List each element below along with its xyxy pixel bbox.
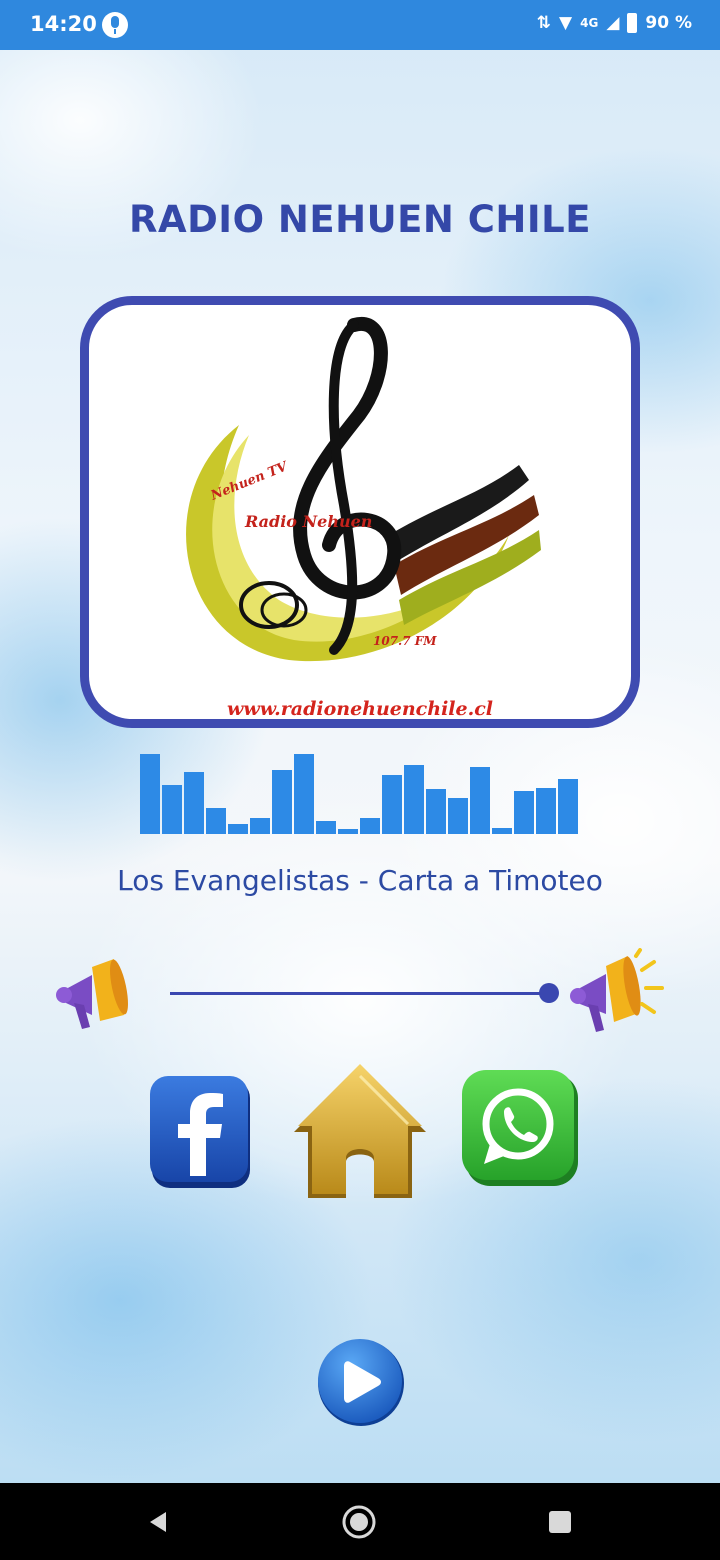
equalizer-bar <box>294 754 314 834</box>
station-logo-card: Nehuen TV Radio Nehuen 107.7 FM www.radi… <box>80 296 640 728</box>
equalizer-bar <box>228 824 248 834</box>
volume-up-icon[interactable] <box>570 948 670 1040</box>
volume-slider-thumb[interactable] <box>539 983 559 1003</box>
volume-slider-track[interactable] <box>170 992 550 995</box>
logo-frequency: 107.7 FM <box>373 634 437 648</box>
facebook-button[interactable] <box>148 1076 254 1192</box>
equalizer-bar <box>250 818 270 834</box>
equalizer-bar <box>316 821 336 834</box>
signal-icon: ◢ <box>606 13 620 33</box>
status-bar: 14:20 ⇅ ▼ 4G ◢ 90 % <box>0 0 720 50</box>
equalizer-bar <box>558 779 578 834</box>
track-title: Los Evangelistas - Carta a Timoteo <box>117 864 603 897</box>
equalizer-bar <box>492 828 512 834</box>
recent-apps-icon[interactable] <box>549 1511 571 1533</box>
nav-home-icon[interactable] <box>341 1504 377 1540</box>
status-time: 14:20 <box>30 12 97 36</box>
logo-url: www.radionehuenchile.cl <box>226 698 493 720</box>
equalizer-bar <box>184 772 204 834</box>
home-icon <box>298 1064 422 1194</box>
audio-equalizer <box>140 752 580 834</box>
equalizer-bar <box>514 791 534 834</box>
equalizer-bar <box>140 754 160 834</box>
equalizer-bar <box>272 770 292 834</box>
equalizer-bar <box>338 829 358 834</box>
equalizer-bar <box>162 785 182 834</box>
play-button[interactable] <box>316 1338 406 1428</box>
whatsapp-button[interactable] <box>460 1068 580 1188</box>
equalizer-bar <box>206 808 226 834</box>
app-title: RADIO NEHUEN CHILE <box>128 198 592 241</box>
equalizer-bar <box>360 818 380 834</box>
equalizer-bar <box>448 798 468 834</box>
back-icon[interactable] <box>146 1510 170 1534</box>
station-logo: Nehuen TV Radio Nehuen 107.7 FM <box>186 316 541 662</box>
battery-icon <box>627 13 638 33</box>
equalizer-bar <box>382 775 402 834</box>
equalizer-bar <box>404 765 424 834</box>
wifi-icon: ▼ <box>559 13 573 33</box>
volume-down-icon[interactable] <box>52 955 132 1037</box>
microphone-icon <box>102 12 128 38</box>
network-type: 4G <box>580 16 599 30</box>
home-button[interactable] <box>290 1062 430 1202</box>
equalizer-bar <box>470 767 490 834</box>
battery-level: 90 % <box>645 13 692 33</box>
status-indicators: ⇅ ▼ 4G ◢ 90 % <box>537 13 692 33</box>
data-arrows-icon: ⇅ <box>536 13 552 33</box>
logo-radio-label: Radio Nehuen <box>244 512 372 531</box>
equalizer-bar <box>426 789 446 834</box>
equalizer-bar <box>536 788 556 834</box>
